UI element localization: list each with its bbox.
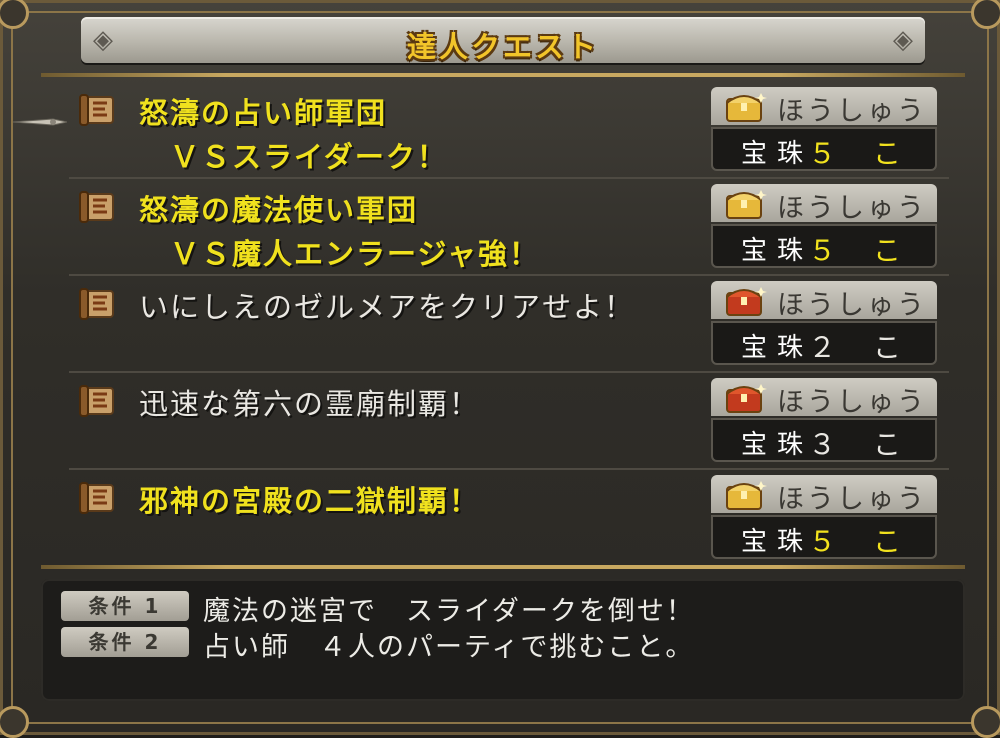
- reward-label: ほうしゅう: [777, 290, 927, 321]
- reward-header: ほうしゅう: [711, 184, 937, 224]
- quest-name: 怒濤の魔法使い軍団 ＶＳ魔人エンラージャ強！: [139, 193, 540, 271]
- reward-item: 宝珠: [741, 139, 814, 169]
- reward-count: ５ こ: [808, 137, 915, 170]
- reward-item: 宝珠: [741, 430, 814, 460]
- quest-row[interactable]: 怒濤の魔法使い軍団 ＶＳ魔人エンラージャ強！ ほうしゅう 宝珠 ５ こ: [69, 180, 949, 276]
- reward-box: ほうしゅう 宝珠 ３ こ: [711, 378, 937, 464]
- corner-ornament: [0, 706, 29, 738]
- reward-label: ほうしゅう: [777, 484, 927, 515]
- reward-count: ３ こ: [808, 428, 915, 461]
- quest-row[interactable]: いにしえのゼルメアをクリアせよ！ ほうしゅう 宝珠 ２ こ: [69, 277, 949, 373]
- cursor-pointer-icon: [13, 118, 67, 126]
- corner-ornament: [971, 706, 1000, 738]
- condition-row: 条件 2 占い師 ４人のパーティで挑むこと。: [61, 625, 941, 663]
- title-bar: ◈ 達人クエスト ◈: [81, 17, 925, 64]
- quest-name: 怒濤の占い師軍団 ＶＳスライダーク！: [139, 96, 448, 174]
- divider-rail: [41, 73, 965, 77]
- reward-value: 宝珠 ５ こ: [711, 127, 937, 171]
- quest-window: ◈ 達人クエスト ◈ 怒濤の占い師軍団 ＶＳスライダーク！ ほうしゅう 宝珠 ５…: [0, 0, 1000, 738]
- reward-label: ほうしゅう: [777, 96, 927, 127]
- red-chest-icon: [726, 384, 767, 413]
- quest-name: 邪神の宮殿の二獄制覇！: [139, 484, 481, 518]
- reward-value: 宝珠 ５ こ: [711, 515, 937, 559]
- gold-chest-icon: [726, 481, 767, 510]
- quest-list: 怒濤の占い師軍団 ＶＳスライダーク！ ほうしゅう 宝珠 ５ こ 怒濤の魔法使い軍…: [69, 83, 949, 563]
- reward-item: 宝珠: [741, 527, 814, 557]
- quest-scroll-icon: [79, 482, 114, 514]
- title-ornament-right-icon: ◈: [893, 25, 913, 55]
- gold-chest-icon: [726, 190, 767, 219]
- quest-row[interactable]: 邪神の宮殿の二獄制覇！ ほうしゅう 宝珠 ５ こ: [69, 471, 949, 567]
- reward-value: 宝珠 ２ こ: [711, 321, 937, 365]
- red-chest-icon: [726, 287, 767, 316]
- reward-value: 宝珠 ３ こ: [711, 418, 937, 462]
- condition-tag: 条件 2: [61, 627, 189, 657]
- reward-header: ほうしゅう: [711, 475, 937, 515]
- quest-scroll-icon: [79, 288, 114, 320]
- corner-ornament: [971, 0, 1000, 29]
- reward-count: ５ こ: [808, 525, 915, 558]
- reward-count: ２ こ: [808, 331, 915, 364]
- condition-panel: 条件 1 魔法の迷宮で スライダークを倒せ！ 条件 2 占い師 ４人のパーティで…: [41, 579, 965, 701]
- reward-box: ほうしゅう 宝珠 ２ こ: [711, 281, 937, 367]
- quest-name: 迅速な第六の霊廟制覇！: [139, 387, 481, 421]
- condition-text: 魔法の迷宮で スライダークを倒せ！: [203, 596, 695, 627]
- reward-value: 宝珠 ５ こ: [711, 224, 937, 268]
- reward-item: 宝珠: [741, 236, 814, 266]
- corner-ornament: [0, 0, 29, 29]
- quest-scroll-icon: [79, 94, 114, 126]
- reward-header: ほうしゅう: [711, 87, 937, 127]
- gold-chest-icon: [726, 93, 767, 122]
- reward-label: ほうしゅう: [777, 193, 927, 224]
- reward-box: ほうしゅう 宝珠 ５ こ: [711, 475, 937, 561]
- reward-header: ほうしゅう: [711, 378, 937, 418]
- window-title: 達人クエスト: [406, 30, 599, 64]
- quest-row[interactable]: 怒濤の占い師軍団 ＶＳスライダーク！ ほうしゅう 宝珠 ５ こ: [69, 83, 949, 179]
- quest-row[interactable]: 迅速な第六の霊廟制覇！ ほうしゅう 宝珠 ３ こ: [69, 374, 949, 470]
- reward-header: ほうしゅう: [711, 281, 937, 321]
- divider-rail: [41, 565, 965, 569]
- reward-box: ほうしゅう 宝珠 ５ こ: [711, 87, 937, 173]
- quest-scroll-icon: [79, 191, 114, 223]
- condition-tag: 条件 1: [61, 591, 189, 621]
- reward-label: ほうしゅう: [777, 387, 927, 418]
- reward-count: ５ こ: [808, 234, 915, 267]
- reward-item: 宝珠: [741, 333, 814, 363]
- condition-text: 占い師 ４人のパーティで挑むこと。: [203, 632, 695, 663]
- quest-scroll-icon: [79, 385, 114, 417]
- condition-row: 条件 1 魔法の迷宮で スライダークを倒せ！: [61, 589, 941, 627]
- quest-name: いにしえのゼルメアをクリアせよ！: [139, 290, 636, 324]
- reward-box: ほうしゅう 宝珠 ５ こ: [711, 184, 937, 270]
